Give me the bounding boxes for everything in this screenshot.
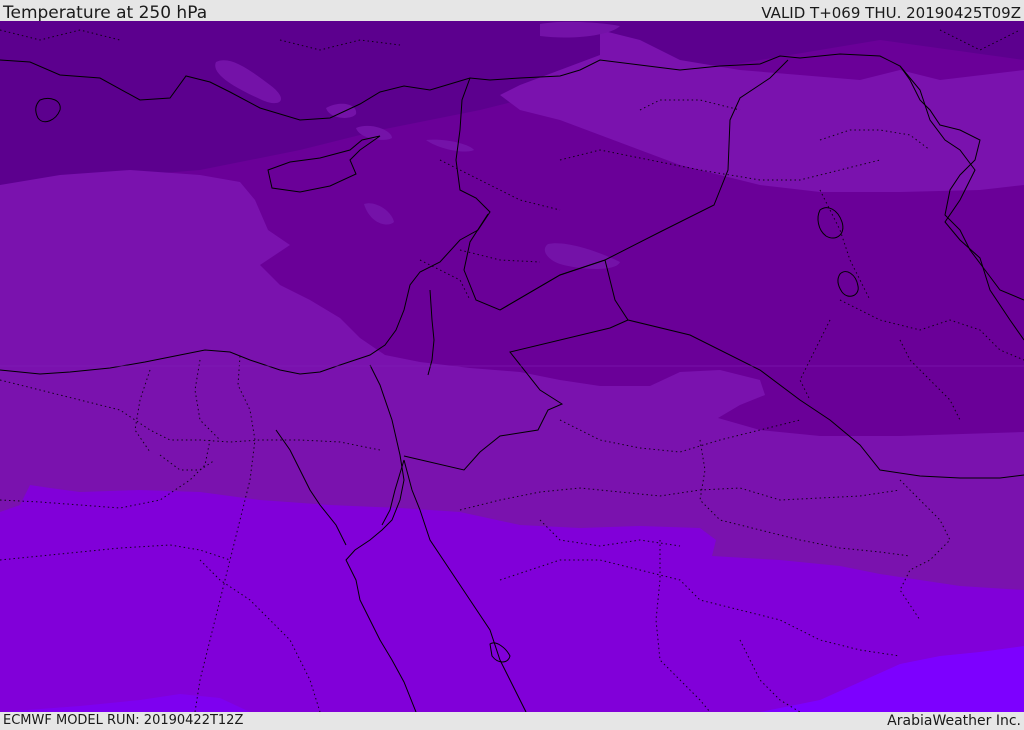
model-run-label: ECMWF MODEL RUN: 20190422T12Z: [3, 713, 244, 728]
weather-map[interactable]: [0, 21, 1024, 712]
footer-bar: ECMWF MODEL RUN: 20190422T12Z ArabiaWeat…: [0, 712, 1024, 729]
valid-time-label: VALID T+069 THU. 20190425T09Z: [761, 4, 1021, 22]
credit-label: ArabiaWeather Inc.: [887, 713, 1021, 729]
map-canvas: [0, 21, 1024, 712]
header-bar: Temperature at 250 hPa VALID T+069 THU. …: [0, 0, 1024, 23]
map-title: Temperature at 250 hPa: [3, 3, 208, 23]
